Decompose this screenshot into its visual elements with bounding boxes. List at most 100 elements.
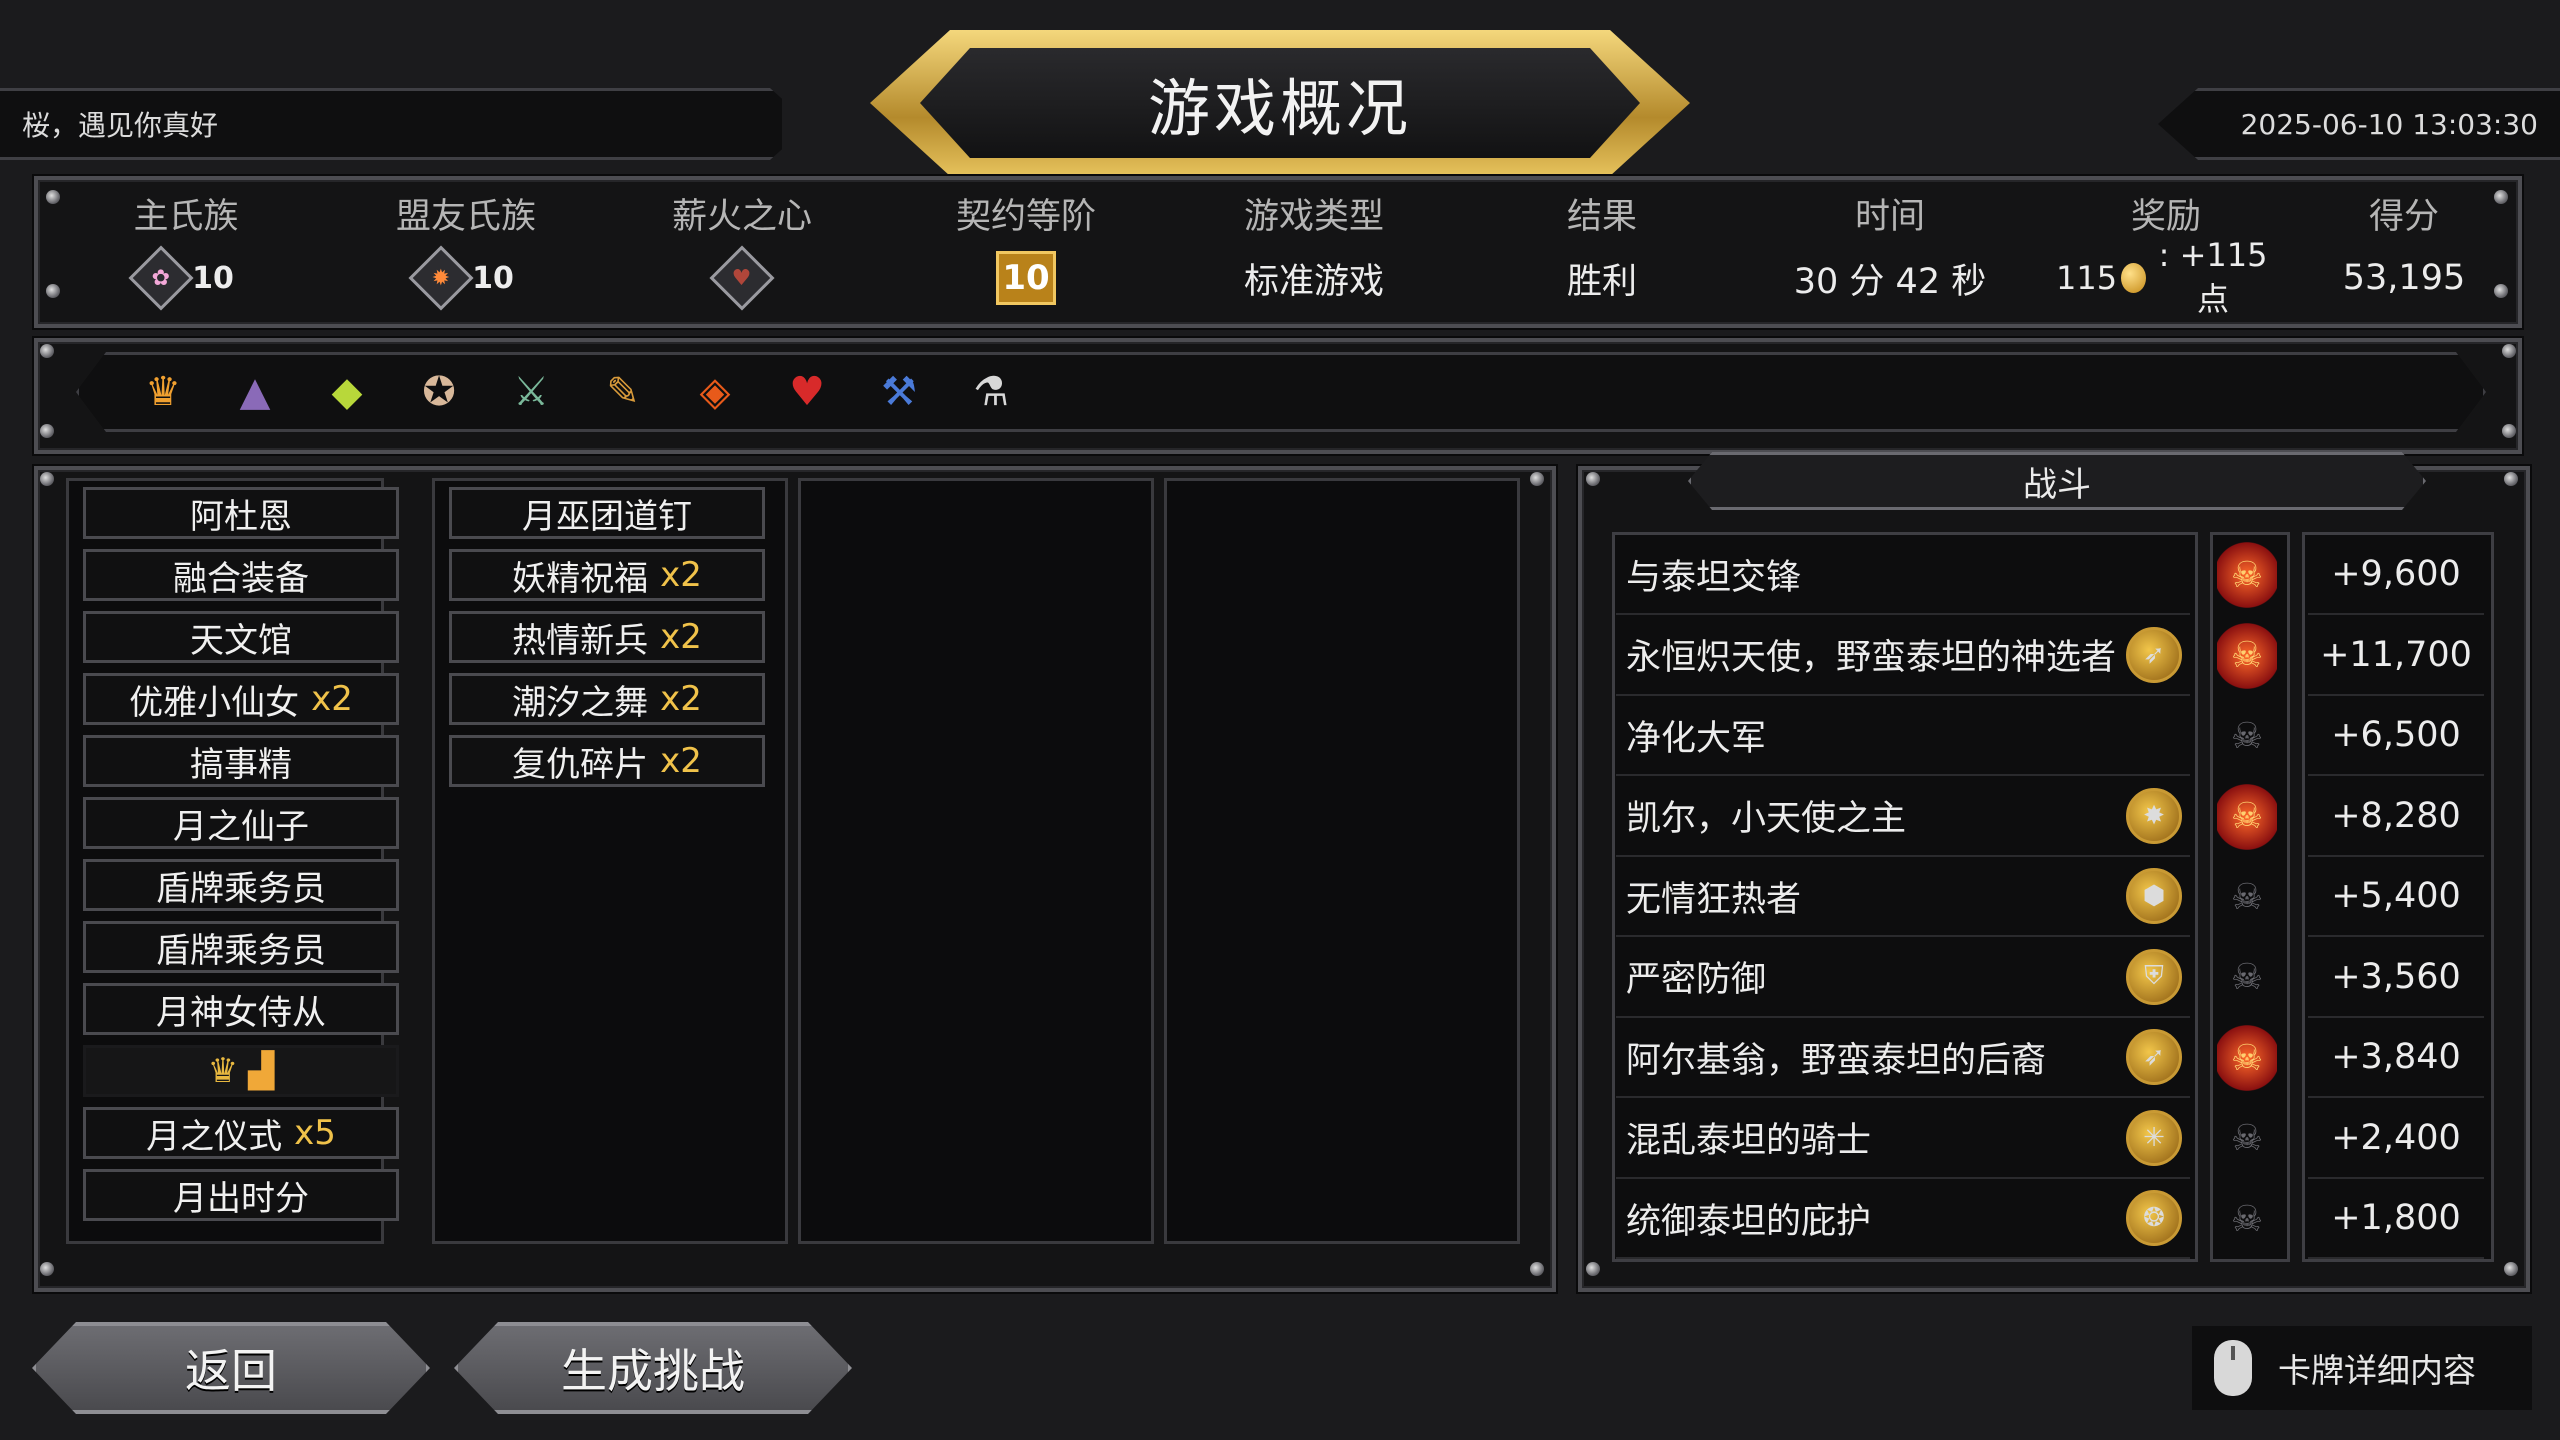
battle-row: 统御泰坦的庇护 ❂ [1616,1179,2190,1259]
upgrade-icons-row: ♛ ▟ [83,1045,399,1097]
deck-card[interactable]: 月之仪式 x5 [83,1107,399,1159]
heart-pendant-icon[interactable]: ♥ [779,364,835,420]
orange-clan-icon: ✹ [408,245,474,311]
stat-label: 主氏族 [133,197,239,237]
stat-game-type: 游戏类型 标准游戏 [1204,188,1424,303]
bolt [40,472,54,486]
bolt [40,344,54,358]
battle-name: 阿尔基翁，野蛮泰坦的后裔 [1626,1040,2047,1081]
boss-skull-icon: ☠ [2230,1198,2264,1240]
battle-score: +3,560 [2308,938,2484,1018]
bolt [46,284,60,298]
boss-skull-hot-icon: ☠ [2217,620,2277,691]
honeycomb-icon: ⬢ [2126,868,2182,924]
stat-value: 53,195 [2342,258,2466,298]
stat-label: 盟友氏族 [395,197,536,237]
bolt [2504,1262,2518,1276]
reward-points: : +115 点 [2158,236,2268,318]
boot-icon: ▟ [248,1051,275,1091]
wand-icon[interactable]: ✎ [595,364,651,420]
burst-icon: ✸ [2126,787,2182,844]
battle-name: 净化大军 [1626,718,1767,759]
stat-label: 时间 [1854,197,1925,237]
boss-skull-hot-icon: ☠ [2217,1023,2277,1093]
flame-crown-icon[interactable]: ♛ [135,364,191,420]
deck-card[interactable]: 月之仙子 [83,797,399,849]
bolt [1586,472,1600,486]
stat-pyre-heart: 薪火之心 ♥ [632,188,852,311]
card-details-hint[interactable]: 卡牌详细内容 [2192,1326,2532,1410]
battle-name: 无情狂热者 [1626,879,1802,920]
deck-card[interactable]: 妖精祝福 x2 [449,549,765,601]
deck-card[interactable]: 月出时分 [83,1169,399,1221]
deck-column-1: 阿杜恩 融合装备 天文馆 优雅小仙女 x2 搞事精 月之仙子 盾牌乘务员 盾牌乘务… [66,478,399,1244]
bolt [2504,472,2518,486]
crystal-shard-icon[interactable]: ▲ [227,364,283,420]
deck-card[interactable]: 复仇碎片 x2 [449,735,765,787]
deck-card[interactable]: 阿杜恩 [83,487,399,539]
deck-card[interactable]: 潮汐之舞 x2 [449,673,765,725]
clan-level: 10 [192,260,234,296]
potion-icon[interactable]: ⚗ [963,364,1019,420]
stat-label: 薪火之心 [671,197,812,237]
covenant-badge: 10 [996,251,1056,305]
deck-column-4 [1164,478,1520,1244]
stat-value: 30 分 42 秒 [1793,261,1987,302]
anvil-icon[interactable]: ⚒ [871,364,927,420]
battle-row: 严密防御 ⛨ [1616,938,2190,1018]
battle-row: 与泰坦交锋 [1616,535,2190,615]
stat-main-clan: 主氏族 ✿ 10 [76,188,296,311]
datetime-ribbon: 2025-06-10 13:03:30 [2158,88,2560,160]
drop-icon: ❂ [2126,1190,2182,1246]
deck-card[interactable]: 月巫团道钉 [449,487,765,539]
bolt [40,1262,54,1276]
battle-score: +2,400 [2308,1099,2484,1179]
deck-card[interactable]: 优雅小仙女 x2 [83,673,399,725]
dagger-icon[interactable]: ⚔ [503,364,559,420]
deck-card[interactable]: 盾牌乘务员 [83,921,399,973]
gold-coin-icon [2121,263,2147,293]
stat-value: 胜利 [1566,261,1637,302]
generate-challenge-button[interactable]: 生成挑战 [454,1322,852,1414]
deck-column-2: 月巫团道钉 妖精祝福 x2 热情新兵 x2 潮汐之舞 x2 复仇碎片 x2 [432,478,788,1244]
battle-row: 混乱泰坦的骑士 ✳ [1616,1099,2190,1179]
page-title: 游戏概况 [920,48,1640,158]
stat-label: 契约等阶 [955,197,1096,237]
battle-name: 与泰坦交锋 [1626,557,1802,598]
bolt [1586,1262,1600,1276]
deck-card[interactable]: 搞事精 [83,735,399,787]
ember-card-icon[interactable]: ◈ [687,364,743,420]
pastry-icon[interactable]: ✪ [411,364,467,420]
eagle-icon: ➶ [2126,1029,2182,1085]
deck-column-3 [798,478,1154,1244]
greeting-ribbon: 桜，遇见你真好 [0,88,782,160]
bolt [40,424,54,438]
deck-card[interactable]: 热情新兵 x2 [449,611,765,663]
stat-label: 得分 [2368,197,2439,237]
stat-value: 标准游戏 [1243,261,1384,302]
bolt [1530,1262,1544,1276]
deck-card[interactable]: 天文馆 [83,611,399,663]
deck-card[interactable]: 盾牌乘务员 [83,859,399,911]
battle-row: 永恒炽天使，野蛮泰坦的神选者 ➶ [1616,616,2190,696]
mouse-icon [2214,1340,2252,1396]
card-details-label: 卡牌详细内容 [2278,1351,2476,1390]
datetime-text: 2025-06-10 13:03:30 [2240,107,2538,141]
stat-label: 结果 [1566,197,1637,237]
pink-clan-icon: ✿ [128,245,194,311]
battle-name: 统御泰坦的庇护 [1626,1201,1872,1242]
boss-skull-icon: ☠ [2230,957,2264,998]
deck-card[interactable]: 月神女侍从 [83,983,399,1035]
stat-ally-clan: 盟友氏族 ✹ 10 [356,188,576,311]
battle-score: +9,600 [2308,535,2484,615]
stat-label: 奖励 [2130,197,2201,237]
boss-skull-hot-icon: ☠ [2217,781,2277,852]
battle-tab[interactable]: 战斗 [1688,452,2426,510]
stat-time: 时间 30 分 42 秒 [1780,188,2000,303]
green-gem-icon[interactable]: ◆ [319,364,375,420]
boss-skull-icon: ☠ [2230,1118,2264,1159]
clan-level: 10 [472,260,514,296]
battle-row: 净化大军 [1616,696,2190,776]
back-button[interactable]: 返回 [32,1322,430,1414]
deck-card[interactable]: 融合装备 [83,549,399,601]
